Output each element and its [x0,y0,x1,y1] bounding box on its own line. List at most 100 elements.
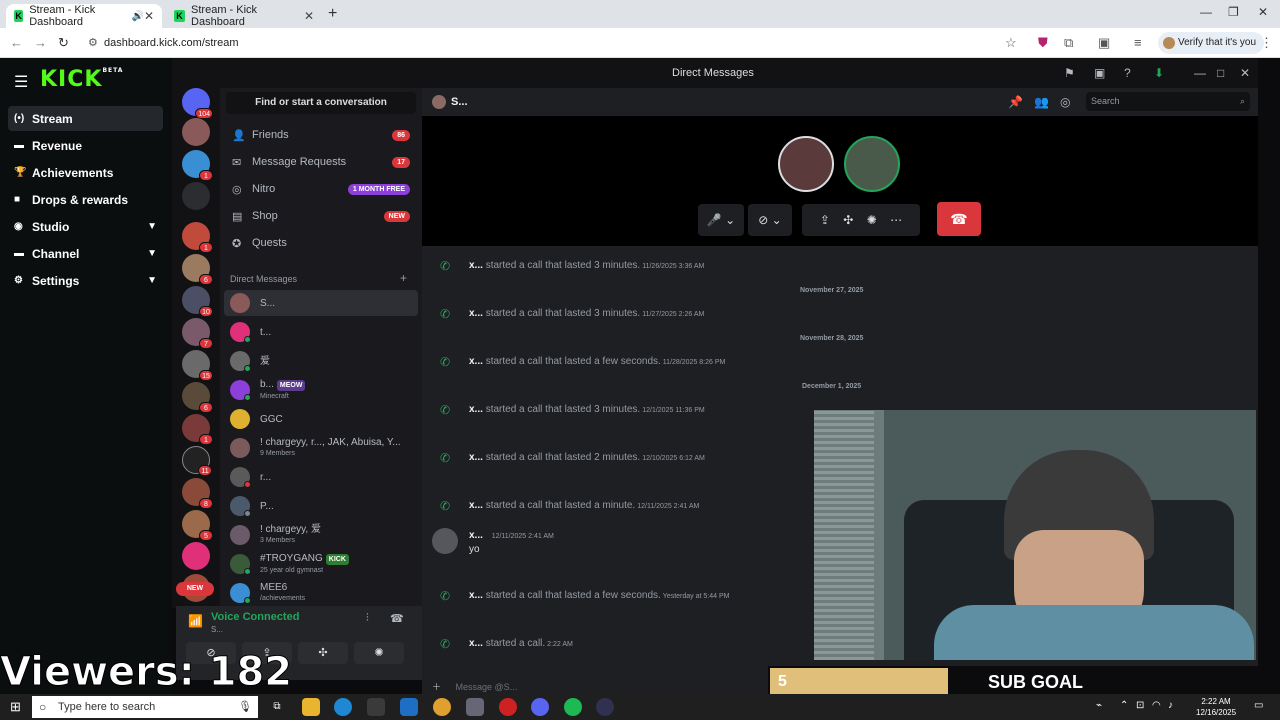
browser-tab-active[interactable]: K Stream - Kick Dashboard 🔊 ✕ [6,4,162,28]
profile-icon[interactable]: ◎ [1060,95,1070,109]
cast-icon[interactable]: ▣ [1098,35,1110,51]
server-icon[interactable] [182,118,210,146]
maximize-icon[interactable]: □ [1217,66,1224,80]
search-input[interactable]: Search ⌕ [1086,92,1250,111]
obs-icon[interactable] [596,698,614,716]
bookmark-star-icon[interactable]: ☆ [1005,35,1017,51]
menu-quests[interactable]: ✪ Quests [224,231,418,255]
server-icon[interactable]: 11 [182,446,212,476]
server-icon[interactable]: 6 [182,254,213,285]
nav-studio[interactable]: ◉ Studio ▼ [8,214,163,239]
message-author[interactable]: x... [469,590,483,601]
browser-menu-icon[interactable]: ⋮ [1260,35,1273,51]
server-icon[interactable]: 7 [182,318,213,349]
ublock-extension-icon[interactable]: ⛊ [1038,35,1048,51]
server-icon[interactable]: 1 [182,150,213,181]
server-icon[interactable] [182,542,210,570]
close-tab-icon[interactable]: ✕ [144,9,154,23]
voice-status[interactable]: Voice Connected [211,611,299,623]
taskbar-search[interactable]: ○ Type here to search 🎙 [32,696,258,718]
screen-share-icon[interactable]: ⇪ [820,213,830,227]
home-server[interactable]: 104 [182,88,213,119]
new-servers-badge[interactable]: NEW [176,582,214,596]
store-icon[interactable] [367,698,385,716]
server-icon[interactable]: 10 [182,286,213,317]
windows-start-icon[interactable]: ⊞ [10,699,21,715]
menu-friends[interactable]: 👤 Friends 86 [224,123,418,147]
volume-icon[interactable]: ♪ [1168,700,1173,711]
dm-item[interactable]: MEE6 /achievements [224,580,418,606]
spotify-icon[interactable] [564,698,582,716]
dm-item[interactable]: S... [224,290,418,316]
message-author[interactable]: x... [469,500,483,511]
find-conversation-button[interactable]: Find or start a conversation [226,92,416,114]
back-icon[interactable]: ← [10,35,23,50]
reload-icon[interactable]: ↻ [58,35,69,51]
dm-item[interactable]: b... MEOW Minecraft [224,377,418,403]
task-view-icon[interactable]: ⧉ [268,698,286,716]
pin-icon[interactable]: 📌 [1008,95,1023,109]
network-icon[interactable]: ⌁ [1096,700,1102,711]
more-options-icon[interactable]: ⋯ [890,213,902,227]
verify-identity-button[interactable]: Verify that it's you [1158,32,1265,54]
site-info-icon[interactable]: ⚙ [88,32,98,54]
nav-settings[interactable]: ⚙ Settings ▼ [8,268,163,293]
app-icon[interactable] [499,698,517,716]
message-author[interactable]: x... [469,308,483,319]
hourglass-icon[interactable] [182,182,210,210]
activities-button[interactable]: ✣ [298,642,348,664]
download-icon[interactable]: ⬇ [1154,66,1164,80]
nav-drops-rewards[interactable]: ■ Drops & rewards [8,187,163,212]
server-icon[interactable]: 6 [182,382,213,413]
menu-message-requests[interactable]: ✉ Message Requests 17 [224,150,418,174]
file-explorer-icon[interactable] [302,698,320,716]
close-window-icon[interactable]: ✕ [1258,5,1268,19]
recipient-name[interactable]: S... [451,96,468,108]
dm-item[interactable]: t... [224,319,418,345]
nav-achievements[interactable]: 🏆 Achievements [8,160,163,185]
menu-nitro[interactable]: ◎ Nitro 1 MONTH FREE [224,177,418,201]
maximize-window-icon[interactable]: ❐ [1228,5,1239,19]
notifications-icon[interactable]: ▭ [1254,700,1263,711]
taskbar-clock[interactable]: 2:22 AM 12/16/2025 [1196,696,1236,718]
discord-icon[interactable] [531,698,549,716]
dm-item[interactable]: GGC [224,406,418,432]
new-tab-icon[interactable]: + [328,5,337,23]
forward-icon[interactable]: → [34,35,47,50]
hang-up-button[interactable]: ☎ [937,202,981,236]
kick-logo[interactable]: KICKBETA [40,67,123,92]
signal-icon[interactable]: 📶 [188,614,203,628]
minimize-window-icon[interactable]: — [1200,5,1212,19]
message-author[interactable]: x... [469,260,483,271]
microphone-button[interactable]: 🎤 ⌄ [698,204,744,236]
flag-icon[interactable]: ⚑ [1064,66,1075,80]
close-tab-icon[interactable]: ✕ [304,9,314,23]
nav-revenue[interactable]: ▬ Revenue [8,133,163,158]
inbox-icon[interactable]: ▣ [1094,66,1105,80]
edge-icon[interactable] [334,698,352,716]
call-participant-avatar[interactable] [778,136,834,192]
dm-item[interactable]: ! chargeyy, 爱 3 Members [224,522,418,548]
app-icon[interactable] [466,698,484,716]
camera-button[interactable]: ⊘ ⌄ [748,204,792,236]
tray-app-icon[interactable]: ⊡ [1136,700,1144,711]
server-icon[interactable]: 1 [182,222,213,253]
nav-channel[interactable]: ▬ Channel ▼ [8,241,163,266]
dm-item[interactable]: 爱 [224,348,418,374]
attach-icon[interactable]: ＋ [432,682,441,692]
recipient-avatar[interactable] [432,95,446,109]
message-author[interactable]: x... [469,404,483,415]
disconnect-icon[interactable]: ☎ [390,612,404,625]
message-author[interactable]: x... [469,638,483,649]
server-icon[interactable]: 1 [182,414,213,445]
dm-item[interactable]: r... [224,464,418,490]
minimize-icon[interactable]: — [1194,66,1206,80]
chrome-icon[interactable] [433,698,451,716]
message-input[interactable]: ＋ Message @S... [432,680,792,694]
browser-tab[interactable]: K Stream - Kick Dashboard ✕ [166,4,322,28]
soundboard-icon[interactable]: ✺ [867,213,877,227]
close-icon[interactable]: ✕ [1240,66,1250,80]
server-icon[interactable]: 15 [182,350,213,381]
hamburger-menu-icon[interactable]: ☰ [14,72,28,92]
menu-shop[interactable]: ▤ Shop NEW [224,204,418,228]
